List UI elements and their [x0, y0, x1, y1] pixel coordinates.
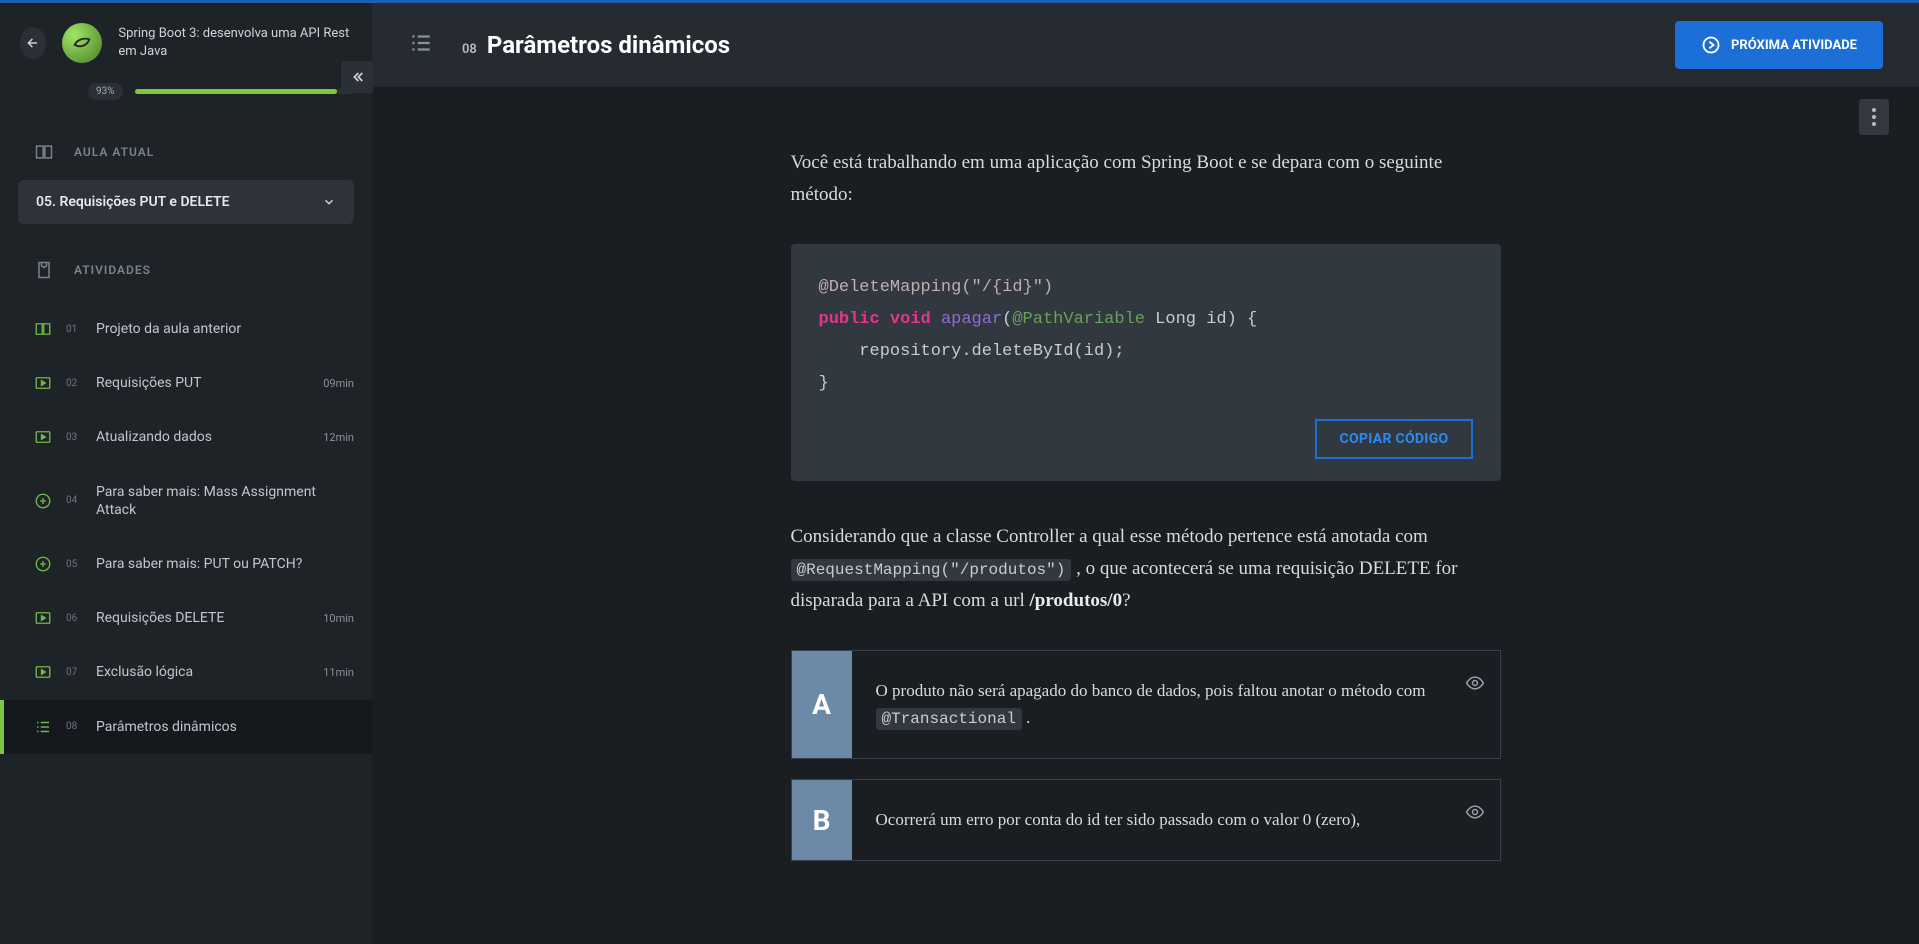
reveal-icon[interactable] — [1450, 651, 1500, 759]
back-button[interactable] — [20, 27, 46, 59]
activity-duration: 11min — [323, 666, 354, 679]
activity-duration: 09min — [323, 377, 354, 390]
activity-item-07[interactable]: 07 Exclusão lógica 11min — [0, 645, 372, 699]
code-block: @DeleteMapping("/{id}") public void apag… — [791, 244, 1501, 481]
collapse-sidebar-button[interactable] — [341, 61, 373, 93]
activity-item-03[interactable]: 03 Atualizando dados 12min — [0, 410, 372, 464]
course-logo — [62, 23, 102, 63]
activity-label: Para saber mais: PUT ou PATCH? — [96, 555, 354, 573]
lesson-name: Parâmetros dinâmicos — [487, 31, 730, 59]
activity-number: 01 — [66, 324, 82, 335]
main: 08 Parâmetros dinâmicos PRÓXIMA ATIVIDAD… — [372, 3, 1919, 944]
activity-label: Para saber mais: Mass Assignment Attack — [96, 483, 354, 519]
activity-item-04[interactable]: 04 Para saber mais: Mass Assignment Attac… — [0, 465, 372, 537]
course-title: Spring Boot 3: desenvolva uma API Rest e… — [118, 25, 352, 61]
activity-number: 05 — [66, 559, 82, 570]
activity-label: Requisições PUT — [96, 374, 309, 392]
question-body: Considerando que a classe Controller a q… — [791, 521, 1501, 618]
activity-item-05[interactable]: 05 Para saber mais: PUT ou PATCH? — [0, 537, 372, 591]
question-intro: Você está trabalhando em uma aplicação c… — [791, 147, 1501, 212]
video-icon — [34, 663, 52, 681]
section-current-class: AULA ATUAL — [0, 124, 372, 180]
plus-icon — [34, 492, 52, 510]
activity-number: 02 — [66, 378, 82, 389]
activity-item-01[interactable]: 01 Projeto da aula anterior — [0, 302, 372, 356]
progress-bar — [135, 89, 352, 94]
activity-number: 08 — [66, 721, 82, 732]
activity-item-02[interactable]: 02 Requisições PUT 09min — [0, 356, 372, 410]
video-icon — [34, 609, 52, 627]
activity-number: 06 — [66, 613, 82, 624]
tasks-icon — [408, 30, 434, 60]
option-text: Ocorrerá um erro por conta do id ter sid… — [852, 780, 1450, 859]
activity-number: 03 — [66, 432, 82, 443]
activity-label: Parâmetros dinâmicos — [96, 718, 354, 736]
activity-label: Projeto da aula anterior — [96, 320, 354, 338]
next-activity-button[interactable]: PRÓXIMA ATIVIDADE — [1675, 21, 1883, 69]
chevron-down-icon — [322, 195, 336, 209]
book-icon — [34, 320, 52, 338]
answer-option-a[interactable]: AO produto não será apagado do banco de … — [791, 650, 1501, 760]
topbar: 08 Parâmetros dinâmicos PRÓXIMA ATIVIDAD… — [372, 3, 1919, 87]
activity-item-06[interactable]: 06 Requisições DELETE 10min — [0, 591, 372, 645]
reveal-icon[interactable] — [1450, 780, 1500, 859]
activity-item-08[interactable]: 08 Parâmetros dinâmicos — [0, 700, 372, 754]
activity-duration: 10min — [323, 612, 354, 625]
progress-row: 93% — [0, 73, 372, 124]
answer-option-b[interactable]: BOcorrerá um erro por conta do id ter si… — [791, 779, 1501, 860]
copy-code-button[interactable]: COPIAR CÓDIGO — [1315, 419, 1472, 459]
activity-label: Requisições DELETE — [96, 609, 309, 627]
video-icon — [34, 428, 52, 446]
sidebar: Spring Boot 3: desenvolva uma API Rest e… — [0, 3, 372, 944]
activity-number: 04 — [66, 495, 82, 506]
activity-duration: 12min — [323, 431, 354, 444]
option-letter: B — [792, 780, 852, 859]
activity-number: 07 — [66, 667, 82, 678]
option-text: O produto não será apagado do banco de d… — [852, 651, 1450, 759]
lesson-number: 08 — [462, 42, 477, 57]
progress-percent: 93% — [88, 83, 123, 100]
option-letter: A — [792, 651, 852, 759]
video-icon — [34, 374, 52, 392]
section-activities: ATIVIDADES — [0, 242, 372, 298]
activity-label: Exclusão lógica — [96, 663, 309, 681]
more-menu-button[interactable] — [1859, 99, 1889, 135]
plus-icon — [34, 555, 52, 573]
chapter-select[interactable]: 05. Requisições PUT e DELETE — [18, 180, 354, 224]
activity-label: Atualizando dados — [96, 428, 309, 446]
list-icon — [34, 718, 52, 736]
